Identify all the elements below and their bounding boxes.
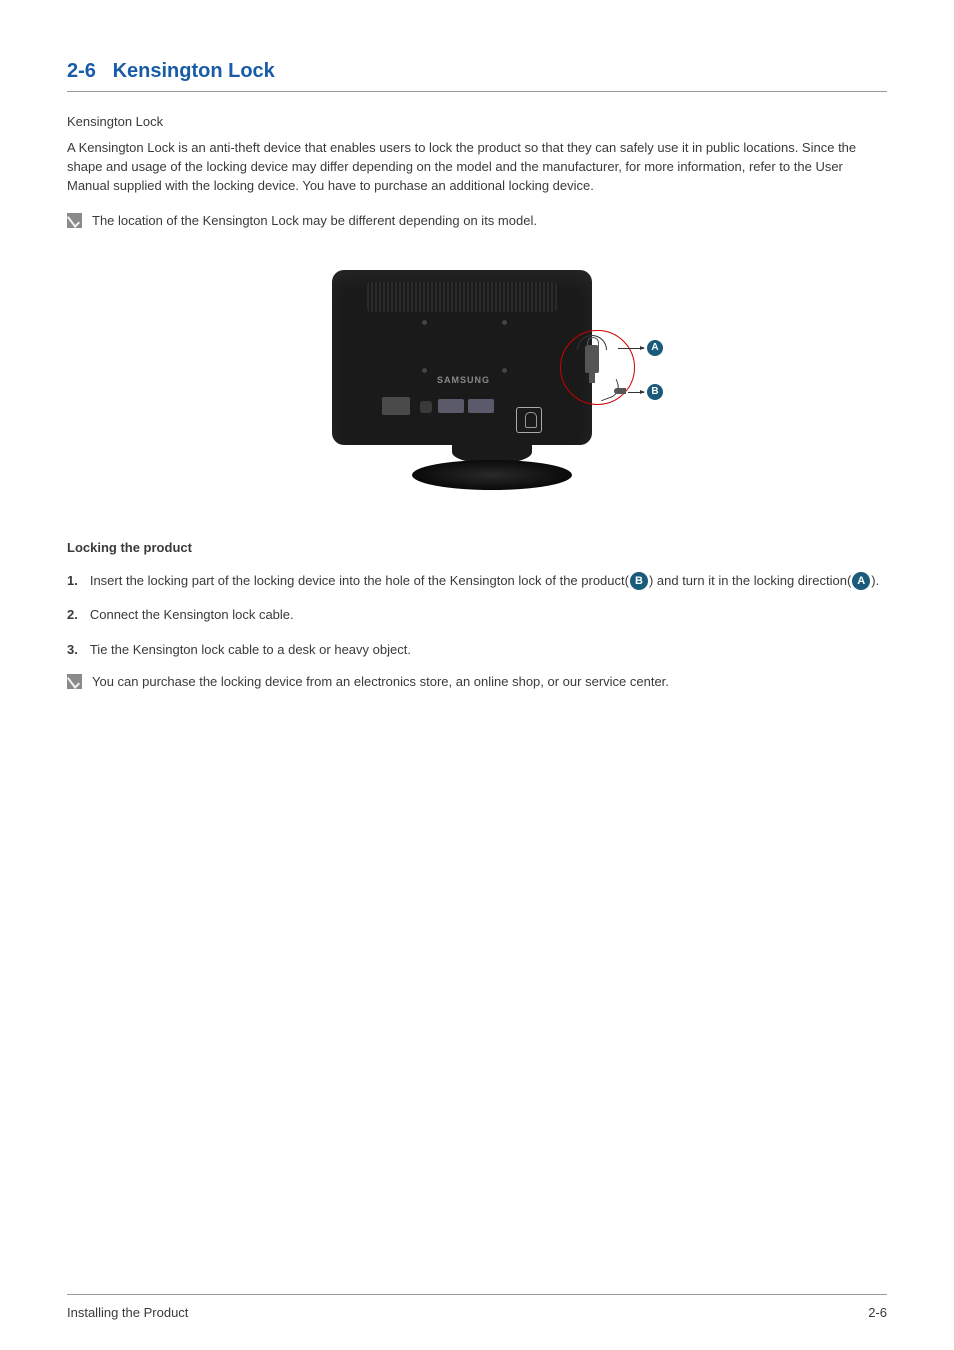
intro-paragraph: A Kensington Lock is an anti-theft devic… [67,139,887,196]
note-text: You can purchase the locking device from… [92,673,669,691]
lock-slot-icon [516,407,542,433]
section-number: 2-6 [67,60,96,82]
list-item: 1. Insert the locking part of the lockin… [67,569,887,594]
list-item: 3. Tie the Kensington lock cable to a de… [67,638,887,663]
footer-left: Installing the Product [67,1305,188,1320]
back-panel: SAMSUNG [332,270,592,445]
badge-b-icon: B [630,572,648,590]
step-number: 2. [67,603,78,628]
port-icon [468,399,494,413]
arrow-icon [628,392,644,393]
port-icon [382,397,410,415]
screw-dot [422,320,427,325]
step-text: ) and turn it in the locking direction( [649,573,851,588]
vent-strip [367,282,557,312]
steps-list: 1. Insert the locking part of the lockin… [67,569,887,663]
list-item: 2. Connect the Kensington lock cable. [67,603,887,628]
page-footer: Installing the Product 2-6 [67,1294,887,1320]
step-text: Insert the locking part of the locking d… [90,573,629,588]
monitor-back: SAMSUNG [332,270,592,460]
callout-label-b: B [647,384,663,400]
key-icon [614,388,626,394]
step-number: 1. [67,569,78,594]
badge-a-icon: A [852,572,870,590]
port-icon [420,401,432,413]
arrow-icon [618,348,644,349]
port-icon [438,399,464,413]
screw-dot [502,368,507,373]
step-number: 3. [67,638,78,663]
step-content: Connect the Kensington lock cable. [90,603,887,628]
section-heading: 2-6 Kensington Lock [67,60,887,92]
figure-container: SAMSUNG A B [67,260,887,500]
locking-title: Locking the product [67,540,887,555]
screw-dot [422,368,427,373]
footer-right: 2-6 [868,1305,887,1320]
screw-dot [502,320,507,325]
section-title: Kensington Lock [113,60,275,82]
step-content: Insert the locking part of the locking d… [90,569,887,594]
stand-base [412,460,572,490]
note-icon [67,674,82,689]
note-icon [67,213,82,228]
callout-label-a: A [647,340,663,356]
subtitle: Kensington Lock [67,114,887,129]
product-figure: SAMSUNG A B [302,260,652,500]
note-1: The location of the Kensington Lock may … [67,212,887,230]
note-2: You can purchase the locking device from… [67,673,887,691]
step-content: Tie the Kensington lock cable to a desk … [90,638,887,663]
step-text: ). [871,573,879,588]
note-text: The location of the Kensington Lock may … [92,212,537,230]
brand-logo: SAMSUNG [437,375,490,385]
lock-cylinder-icon [585,345,599,373]
